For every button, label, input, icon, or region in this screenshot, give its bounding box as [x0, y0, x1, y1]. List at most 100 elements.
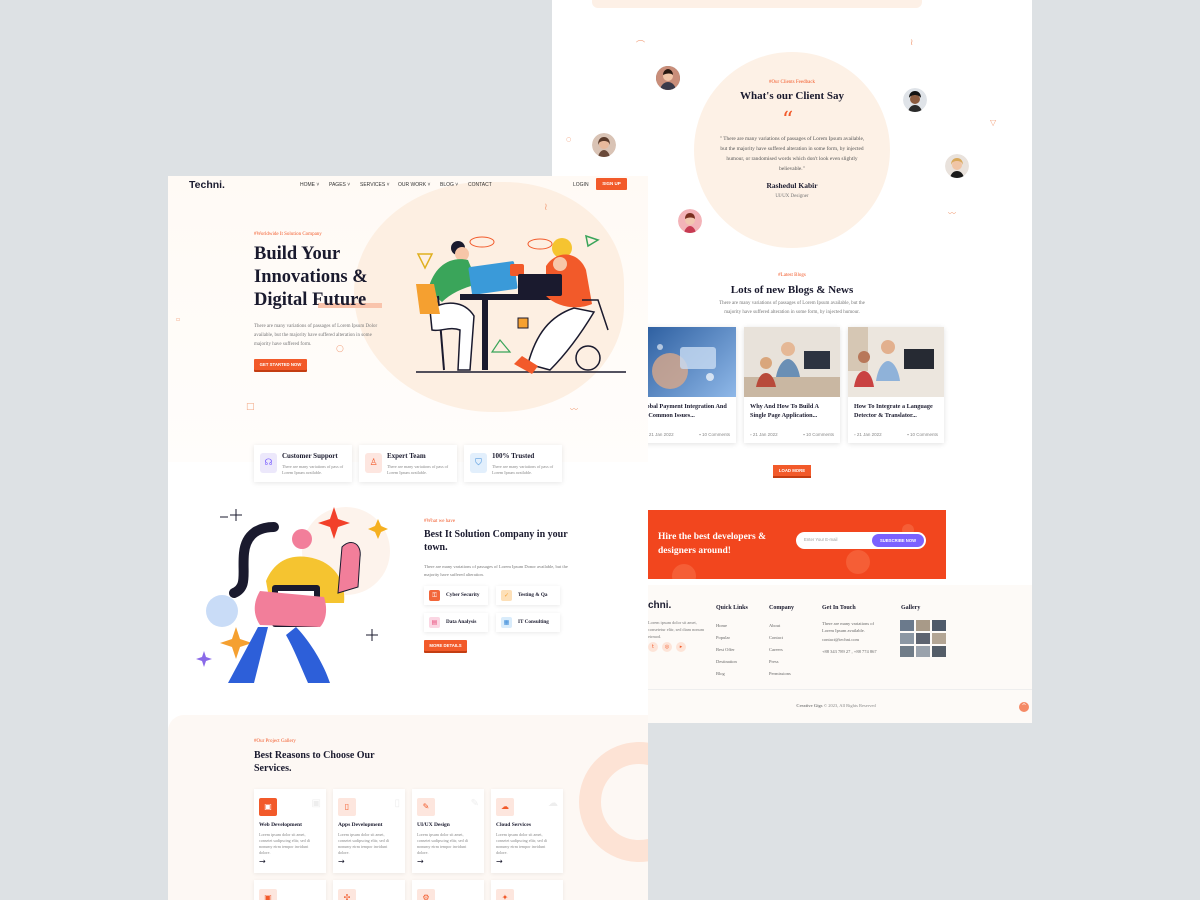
blog-section-title: Lots of new Blogs & News — [730, 284, 854, 296]
lock-icon: ⚿ — [429, 590, 440, 601]
feature-card[interactable]: ♙ Expert Team There are many variations … — [359, 445, 457, 482]
hero-illustration — [416, 234, 626, 374]
gallery-thumbnail[interactable] — [916, 620, 930, 631]
quick-links-title: Quick Links — [716, 605, 748, 611]
company-title: Company — [769, 605, 795, 611]
service-card-title: Web Development — [259, 822, 302, 828]
gallery-thumbnail[interactable] — [900, 633, 914, 644]
blog-meta: ▫ 21 Jan 2022 ▪ 10 Comments — [854, 432, 938, 437]
arrow-right-icon[interactable]: → — [417, 857, 424, 866]
load-more-button[interactable]: LOAD MORE — [773, 465, 811, 476]
get-started-button[interactable]: GET STARTED NOW — [254, 359, 307, 370]
checklist-icon: ✓ — [501, 590, 512, 601]
footer-logo[interactable]: chni. — [648, 600, 671, 611]
feature-desc: There are many variations of pass of Lor… — [492, 464, 554, 475]
headset-icon: ☊ — [260, 453, 277, 473]
gallery-thumbnail[interactable] — [916, 633, 930, 644]
ring-decoration: ○ — [566, 136, 572, 143]
login-link[interactable]: LOGIN — [573, 182, 589, 188]
feature-card[interactable]: ⛉ 100% Trusted There are many variations… — [464, 445, 562, 482]
calendar-icon: ▫ — [750, 432, 752, 437]
footer-link[interactable]: Destination — [716, 659, 737, 664]
youtube-icon[interactable]: ▸ — [676, 642, 686, 652]
service-card[interactable]: ✣ — [333, 880, 405, 900]
client-avatar[interactable] — [945, 154, 969, 178]
scroll-to-top-button[interactable]: ^ — [1019, 702, 1029, 712]
newsletter-banner: Hire the best developers & designers aro… — [648, 510, 946, 579]
wave-decoration: 〰 — [570, 405, 578, 414]
feature-title: Customer Support — [282, 452, 338, 460]
comment-icon: ▪ — [803, 432, 805, 437]
twitter-icon[interactable]: t — [648, 642, 658, 652]
triangle-decoration: ⌒ — [636, 41, 646, 51]
blog-post-title[interactable]: How To Integrate a Language Detector & T… — [848, 397, 944, 423]
footer-link[interactable]: Blog — [716, 671, 725, 676]
nav-blog[interactable]: BLOG ˅ — [440, 182, 458, 188]
service-chip-cyber-security[interactable]: ⚿ Cyber Security — [424, 586, 488, 605]
client-avatar[interactable] — [656, 66, 680, 90]
square-decoration: □ — [246, 402, 255, 412]
feature-title: 100% Trusted — [492, 452, 535, 460]
mobile-icon: ▯ — [338, 798, 356, 816]
nav-pages[interactable]: PAGES ˅ — [329, 182, 350, 188]
service-chip-testing[interactable]: ✓ Testing & Qa — [496, 586, 560, 605]
blog-card[interactable]: Why And How To Build A Single Page Appli… — [744, 327, 840, 443]
chart-icon: ▤ — [429, 617, 440, 628]
contact-email[interactable]: contact@techni.com — [822, 637, 859, 642]
gallery-thumbnail[interactable] — [900, 646, 914, 657]
client-avatar[interactable] — [592, 133, 616, 157]
feature-card[interactable]: ☊ Customer Support There are many variat… — [254, 445, 352, 482]
client-avatar[interactable] — [903, 88, 927, 112]
nav-contact[interactable]: CONTACT — [468, 182, 492, 188]
blog-image — [640, 327, 736, 397]
arrow-right-icon[interactable]: → — [338, 857, 345, 866]
service-card[interactable]: ▣ — [254, 880, 326, 900]
service-card[interactable]: ⚙ — [412, 880, 484, 900]
arrow-right-icon[interactable]: → — [496, 857, 503, 866]
footer-link[interactable]: Popular — [716, 635, 730, 640]
gallery-thumbnail[interactable] — [932, 646, 946, 657]
nav-services[interactable]: SERVICES ˅ — [360, 182, 390, 188]
footer-link[interactable]: Careers — [769, 647, 783, 652]
blog-image — [848, 327, 944, 397]
service-card[interactable]: ✦ — [491, 880, 563, 900]
post-date: ▫ 21 Jan 2022 — [646, 432, 674, 437]
gallery-thumbnail[interactable] — [932, 620, 946, 631]
footer-link[interactable]: About — [769, 623, 780, 628]
quote-icon: “ — [782, 108, 794, 133]
hero-description: There are many variations of passages of… — [254, 324, 378, 347]
footer-link[interactable]: Permissions — [769, 671, 791, 676]
contact-phone[interactable]: +88 343 789 27 , +88 774 867 — [822, 649, 877, 654]
service-card[interactable]: ✎ ✎ UI/UX Design Lorem ipsum dolor sit a… — [412, 789, 484, 873]
sign-up-button[interactable]: SIGN UP — [596, 178, 627, 190]
blog-eyebrow: #Latest Blogs — [778, 273, 806, 278]
logo[interactable]: Techni. — [189, 179, 225, 191]
footer-link[interactable]: Press — [769, 659, 779, 664]
blog-post-title[interactable]: Why And How To Build A Single Page Appli… — [744, 397, 840, 423]
footer-link[interactable]: Contact — [769, 635, 783, 640]
blog-card[interactable]: Global Payment Integration And Its Commo… — [640, 327, 736, 443]
subscribe-button[interactable]: SUBSCRIBE NOW — [872, 534, 924, 547]
service-card[interactable]: ☁ ☁ Cloud Services Lorem ipsum dolor sit… — [491, 789, 563, 873]
footer-link[interactable]: Home — [716, 623, 727, 628]
nav-home[interactable]: HOME ˅ — [300, 182, 319, 188]
hero-title: Build Your Innovations & Digital Future — [254, 244, 368, 310]
service-chip-data-analysis[interactable]: ▤ Data Analysis — [424, 613, 488, 632]
nav-our-work[interactable]: OUR WORK ˅ — [398, 182, 430, 188]
service-card[interactable]: ▣ ▣ Web Development Lorem ipsum dolor si… — [254, 789, 326, 873]
footer-link[interactable]: Best Offer — [716, 647, 735, 652]
service-card[interactable]: ▯ ▯ Apps Development Lorem ipsum dolor s… — [333, 789, 405, 873]
blog-card[interactable]: How To Integrate a Language Detector & T… — [848, 327, 944, 443]
email-input[interactable]: Enter Your E-mail — [804, 537, 837, 542]
arrow-right-icon[interactable]: → — [259, 857, 266, 866]
gallery-thumbnail[interactable] — [916, 646, 930, 657]
post-date: ▫ 21 Jan 2022 — [854, 432, 882, 437]
service-card-title: UI/UX Design — [417, 822, 450, 828]
gallery-thumbnail[interactable] — [900, 620, 914, 631]
client-avatar[interactable] — [678, 209, 702, 233]
service-chip-it-consulting[interactable]: ▦ IT Consulting — [496, 613, 560, 632]
service-card-desc: Lorem ipsum dolor sit amet, consetet sad… — [259, 832, 310, 855]
more-details-button[interactable]: MORE DETAILS — [424, 640, 467, 651]
gallery-thumbnail[interactable] — [932, 633, 946, 644]
instagram-icon[interactable]: ◎ — [662, 642, 672, 652]
